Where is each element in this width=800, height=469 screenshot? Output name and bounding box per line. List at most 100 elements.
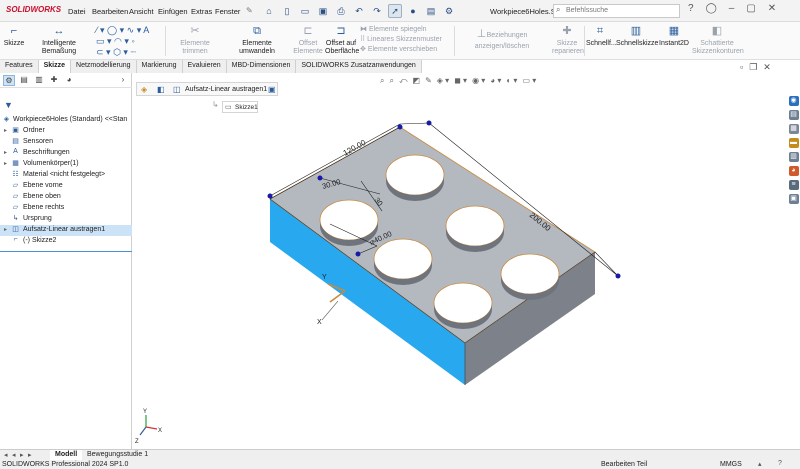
- expand-arrow-icon[interactable]: ▸: [4, 226, 7, 233]
- rapid-sketch-button[interactable]: ▥ Schnellskizze: [616, 25, 658, 48]
- hide-show-icon[interactable]: ◉ ▾: [472, 76, 485, 86]
- forum-icon[interactable]: ▣: [788, 194, 799, 204]
- centerline-icon[interactable]: ┈: [130, 47, 135, 57]
- offset-on-surface-button[interactable]: ⊐ Offset auf Oberfläche: [325, 25, 359, 56]
- close-doc-icon[interactable]: ✕: [763, 62, 771, 73]
- home-icon[interactable]: ⌂: [262, 4, 276, 18]
- view-orientation-icon[interactable]: ◈ ▾: [437, 76, 449, 86]
- display-manager-tab-icon[interactable]: ◕: [63, 75, 75, 86]
- options-icon[interactable]: ⚙: [442, 4, 456, 18]
- expand-arrow-icon[interactable]: ▸: [4, 149, 7, 156]
- zoom-area-icon[interactable]: ⌕: [389, 76, 393, 86]
- expand-arrow-icon[interactable]: ▸: [4, 127, 7, 134]
- dynamic-annotation-icon[interactable]: ✎: [425, 76, 432, 86]
- convert-entities-button[interactable]: ⧉ Elemente umwandeln: [224, 25, 290, 56]
- tree-item-sensors[interactable]: ▤ Sensoren: [0, 137, 132, 148]
- previous-view-icon[interactable]: ⤺: [399, 76, 408, 86]
- hole[interactable]: [445, 205, 505, 252]
- tile-icon[interactable]: ▫: [740, 62, 743, 73]
- trim-entities-button[interactable]: ✂ Elemente trimmen: [168, 25, 222, 56]
- file-properties-icon[interactable]: ▤: [424, 4, 438, 18]
- rebuild-icon[interactable]: ●: [406, 4, 420, 18]
- tab-addins[interactable]: SOLIDWORKS Zusatzanwendungen: [296, 60, 422, 73]
- scroll-next-icon[interactable]: ▸: [20, 451, 24, 459]
- hole[interactable]: [500, 253, 560, 300]
- scroll-left-icon[interactable]: ◂: [4, 451, 8, 459]
- repair-sketch-button[interactable]: ✚ Skizze reparieren: [552, 25, 584, 56]
- move-entities-button[interactable]: ✥ Elemente verschieben: [360, 45, 452, 55]
- tree-item-front-plane[interactable]: ▱ Ebene vorne: [0, 181, 132, 192]
- quick-snaps-button[interactable]: ⌗ Schnellf...: [586, 25, 617, 48]
- polygon-icon[interactable]: ⬡ ▾: [113, 47, 128, 57]
- scroll-right-icon[interactable]: ▸: [28, 451, 32, 459]
- menu-einfuegen[interactable]: Einfügen: [158, 7, 188, 16]
- offset-entities-button[interactable]: ⊏ Offset Elemente: [293, 25, 323, 56]
- tab-markup[interactable]: Markierung: [136, 60, 183, 73]
- command-search-input[interactable]: Befehlssuche: [553, 4, 680, 18]
- menu-bearbeiten[interactable]: Bearbeiten: [92, 7, 128, 16]
- quick-tips-icon[interactable]: ?: [778, 460, 782, 467]
- extrude-icon[interactable]: ◫: [173, 85, 181, 94]
- display-style-icon[interactable]: ◼ ▾: [454, 76, 467, 86]
- undo-icon[interactable]: ↶: [352, 4, 366, 18]
- edit-appearance-icon[interactable]: ◕ ▾: [490, 76, 501, 86]
- scroll-first-icon[interactable]: ◂: [12, 451, 16, 459]
- redo-icon[interactable]: ↷: [370, 4, 384, 18]
- account-icon[interactable]: ◯: [706, 3, 717, 14]
- minimize-icon[interactable]: –: [729, 3, 735, 14]
- new-document-icon[interactable]: ▯: [280, 4, 294, 18]
- menu-fenster[interactable]: Fenster: [215, 7, 240, 16]
- arc-icon[interactable]: ◠ ▾: [114, 36, 129, 46]
- rectangle-icon[interactable]: ▭ ▾: [96, 36, 112, 46]
- body-icon[interactable]: ◧: [157, 85, 165, 94]
- sketch-button[interactable]: ⌐ Skizze: [3, 25, 25, 48]
- linear-pattern-button[interactable]: ⠿ Lineares Skizzenmuster: [360, 35, 452, 45]
- smart-dimension-button[interactable]: ↔ Intelligente Bemaßung: [27, 25, 91, 56]
- menu-ansicht[interactable]: Ansicht: [129, 7, 154, 16]
- close-icon[interactable]: ✕: [768, 3, 776, 14]
- open-icon[interactable]: ▭: [298, 4, 312, 18]
- save-icon[interactable]: ▣: [316, 4, 330, 18]
- tab-evaluate[interactable]: Evaluieren: [182, 60, 227, 73]
- tree-item-annotations[interactable]: ▸ A Beschriftungen: [0, 148, 132, 159]
- section-view-icon[interactable]: ◩: [413, 76, 421, 86]
- hole[interactable]: [385, 154, 445, 201]
- appearances-icon[interactable]: ◕: [788, 166, 799, 176]
- hole[interactable]: [373, 238, 433, 285]
- folder-icon[interactable]: ▬: [788, 138, 799, 148]
- view-palette-icon[interactable]: ▥: [788, 152, 799, 162]
- part-icon[interactable]: ◈: [141, 85, 147, 94]
- view-settings-icon[interactable]: ▭ ▾: [522, 76, 536, 86]
- tree-item-material[interactable]: ☷ Material <nicht festgelegt>: [0, 170, 132, 181]
- tree-item-origin[interactable]: ↳ Ursprung: [0, 214, 132, 225]
- tree-item-sketch2[interactable]: ⌐ (-) Skizze2: [0, 236, 132, 247]
- slot-icon[interactable]: ⊂ ▾: [96, 47, 111, 57]
- print-icon[interactable]: ⎙: [334, 4, 348, 18]
- point-icon[interactable]: ◦: [131, 36, 134, 46]
- tab-features[interactable]: Features: [0, 60, 39, 73]
- mirror-entities-button[interactable]: ⧓ Elemente spiegeln: [360, 25, 452, 35]
- custom-properties-icon[interactable]: ≡: [788, 180, 799, 190]
- expand-arrow-icon[interactable]: ▸: [4, 160, 7, 167]
- select-cursor-icon[interactable]: ➚: [388, 4, 402, 18]
- tab-sketch[interactable]: Skizze: [38, 60, 72, 73]
- menu-datei[interactable]: Datei: [68, 7, 86, 16]
- configuration-manager-tab-icon[interactable]: ▥: [33, 75, 45, 86]
- circle-icon[interactable]: ◯ ▾: [107, 25, 124, 35]
- text-icon[interactable]: A: [143, 25, 149, 35]
- tree-item-boss-extrude[interactable]: ▸ ◫ Aufsatz-Linear austragen1: [0, 225, 132, 236]
- menu-extras[interactable]: Extras: [191, 7, 212, 16]
- zoom-to-fit-icon[interactable]: ⌕: [380, 76, 384, 86]
- display-delete-relations-button[interactable]: ⊥Beziehungen anzeigen/löschen: [456, 28, 548, 51]
- units-dropdown-icon[interactable]: ▴: [758, 460, 762, 468]
- pin-icon[interactable]: ✎: [246, 6, 253, 15]
- feature-tree-tab-icon[interactable]: ⚙: [3, 75, 15, 86]
- filter-icon[interactable]: ▼: [4, 100, 13, 110]
- shaded-sketch-contours-button[interactable]: ◧ Schattierte Skizzenkonturen: [692, 25, 744, 56]
- graphics-viewport[interactable]: 120.00 200.00 30.00 30 ⌀40.00 X Y Y X Z: [132, 96, 787, 449]
- tree-item-solid-bodies[interactable]: ▸ ▦ Volumenkörper(1): [0, 159, 132, 170]
- solidworks-resources-icon[interactable]: ◉: [788, 96, 799, 106]
- instant2d-button[interactable]: ▦ Instant2D: [658, 25, 690, 48]
- file-explorer-icon[interactable]: ▦: [788, 124, 799, 134]
- tree-item-top-plane[interactable]: ▱ Ebene oben: [0, 192, 132, 203]
